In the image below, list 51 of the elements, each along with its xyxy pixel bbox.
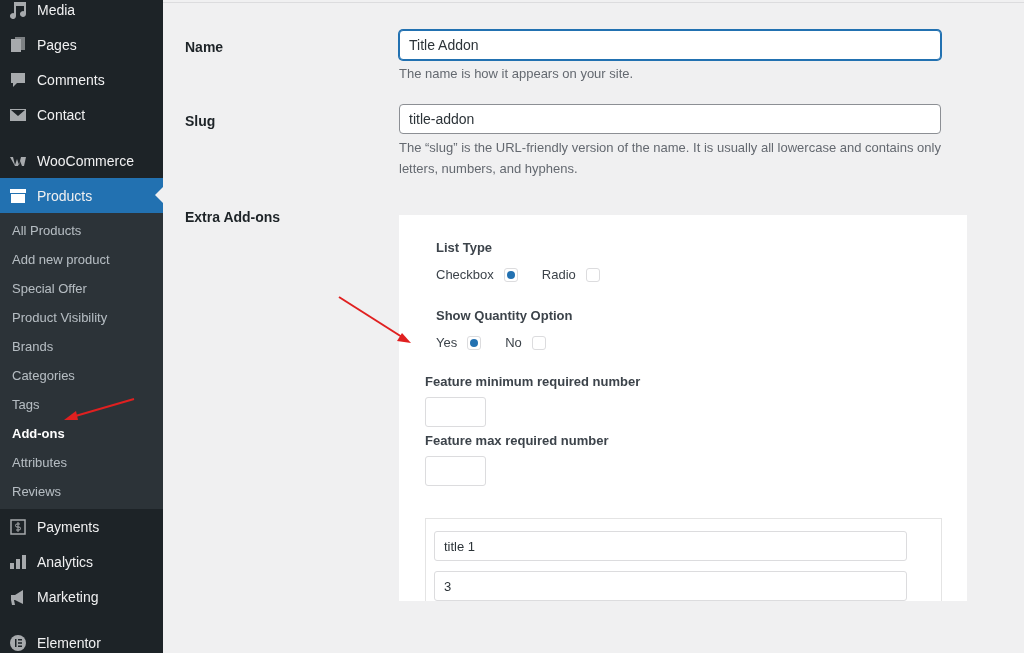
number-input[interactable] [425, 397, 486, 428]
number-input[interactable] [425, 456, 486, 487]
option-toggle[interactable] [467, 335, 482, 350]
submenu-item[interactable]: Tags [0, 390, 163, 419]
submenu-item[interactable]: Categories [0, 361, 163, 390]
option-label: Yes [436, 335, 458, 351]
submenu-item[interactable]: Attributes [0, 448, 163, 477]
music-note-icon [9, 0, 27, 19]
section-label: List Type [436, 240, 494, 256]
annotation-arrow [64, 398, 136, 422]
sidebar-item[interactable]: WooCommerce [0, 143, 163, 178]
name-input[interactable]: Title Addon [399, 30, 941, 60]
option-toggle[interactable] [585, 267, 600, 282]
option-toggle[interactable] [531, 335, 546, 350]
submenu-item[interactable]: Add new product [0, 245, 163, 274]
section-label: Show Quantity Option [436, 308, 574, 324]
archive-box-icon [9, 186, 27, 205]
option-label: Checkbox [436, 267, 494, 283]
option-toggle[interactable] [503, 267, 518, 282]
addon-input[interactable]: 3 [434, 571, 907, 602]
slug-input[interactable]: title-addon [399, 103, 941, 134]
comment-icon [9, 70, 27, 89]
section-label: Feature minimum required number [425, 374, 642, 390]
sidebar-item[interactable]: Contact [0, 97, 163, 132]
sidebar-item[interactable]: Comments [0, 62, 163, 97]
help-text: The “slug” is the URL-friendly version of the name. It is usually all lowercase and contains only letters, numbers, and hyphens. [399, 138, 941, 178]
sidebar-item[interactable]: Elementor [0, 625, 163, 653]
field-label: Name [185, 38, 224, 55]
submenu-item[interactable]: All Products [0, 216, 163, 245]
option-label: Radio [541, 267, 576, 283]
sidebar-item[interactable]: Media [0, 0, 163, 27]
sidebar-item[interactable]: Products [0, 178, 163, 213]
section-label: Feature max required number [425, 433, 610, 449]
sidebar-item[interactable]: Analytics [0, 544, 163, 579]
active-pointer-icon [155, 187, 163, 203]
submenu-item[interactable]: Product Visibility [0, 303, 163, 332]
sidebar-item[interactable]: Marketing [0, 579, 163, 614]
field-label: Slug [185, 111, 216, 129]
addon-input[interactable]: title 1 [434, 531, 907, 562]
submenu-item[interactable]: Add-ons [0, 419, 163, 448]
dollar-icon [9, 517, 27, 536]
field-label: Extra Add-ons [185, 209, 281, 226]
submenu-item[interactable]: Special Offer [0, 274, 163, 303]
sidebar-item[interactable]: Pages [0, 27, 163, 62]
bar-chart-icon [9, 552, 27, 571]
submenu-item[interactable]: Brands [0, 332, 163, 361]
sidebar-item[interactable]: Payments [0, 509, 163, 544]
option-label: No [505, 335, 522, 351]
pages-icon [9, 35, 27, 54]
submenu-item[interactable]: Reviews [0, 477, 163, 506]
help-text: The name is how it appears on your site. [399, 65, 635, 83]
